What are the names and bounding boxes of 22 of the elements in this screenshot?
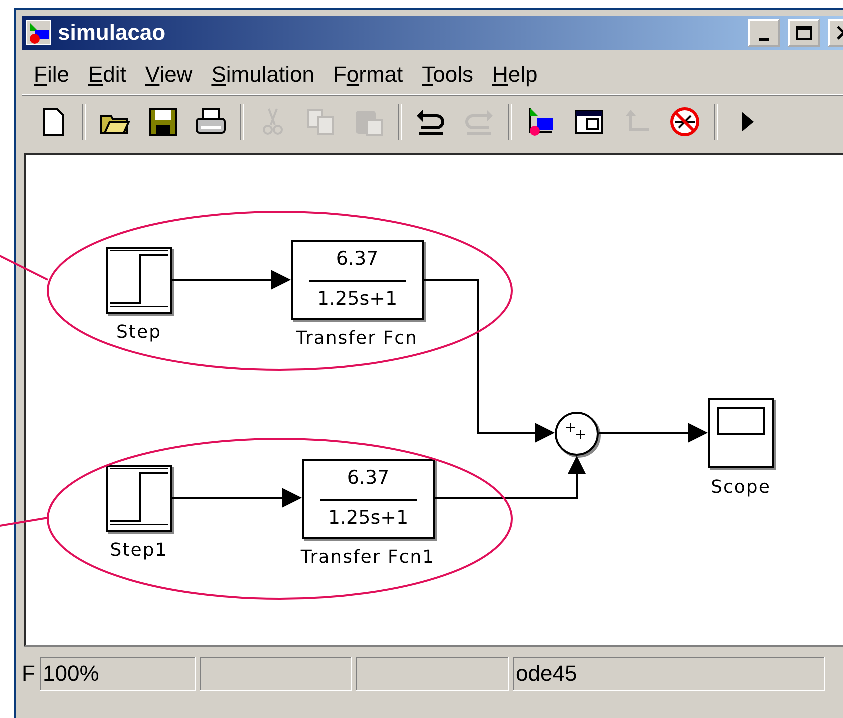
numerator: 6.37 [346,467,391,489]
menu-item[interactable]: Format [327,62,416,88]
menu-item[interactable]: View [139,62,206,88]
menu-item[interactable]: Tools [416,62,486,88]
block-label: Step1 [110,540,168,561]
status-text: F [22,661,36,687]
plus-sign: + [565,420,577,436]
menu-item[interactable]: Simulation [206,62,328,88]
denominator: 1.25s+1 [316,288,399,310]
menu-item[interactable]: Edit [82,62,140,88]
menu-item[interactable]: File [28,62,82,88]
window-title: simulacao [58,20,167,46]
block-label: Transfer Fcn [296,328,418,349]
block-label: Transfer Fcn1 [300,547,436,568]
zoom-status: 100% [40,657,196,691]
plus-sign: + [575,427,587,443]
denominator: 1.25s+1 [327,507,410,529]
block-label: Step [116,322,162,343]
menu-item[interactable]: Help [486,62,551,88]
numerator: 6.37 [335,248,380,270]
solver-status: ode45 [513,657,825,691]
block-label: Scope [711,477,771,498]
